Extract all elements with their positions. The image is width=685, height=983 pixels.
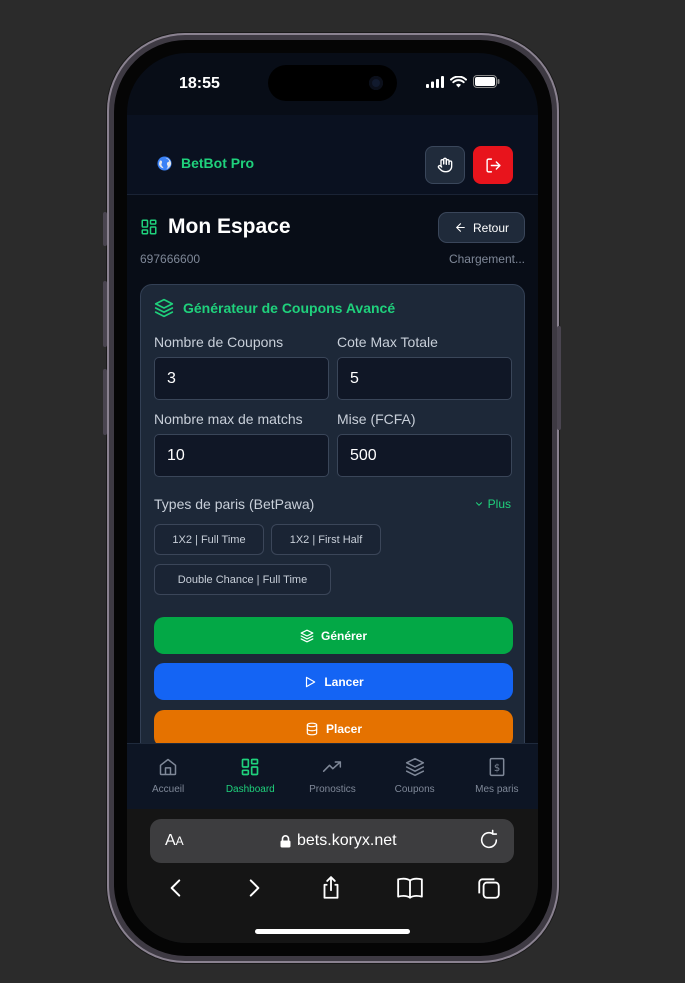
plus-label: Plus (487, 497, 511, 511)
tabs-icon[interactable] (476, 875, 502, 901)
launch-button[interactable]: Lancer (154, 663, 513, 700)
status-time: 18:55 (179, 75, 220, 92)
hand-button[interactable] (425, 146, 465, 184)
cote-max-label: Cote Max Totale (337, 334, 438, 350)
nav-label-pronostics: Pronostics (309, 784, 356, 795)
coupons-label: Nombre de Coupons (154, 334, 284, 350)
place-label: Placer (325, 721, 363, 736)
silent-switch (103, 212, 107, 246)
wifi-icon (450, 75, 467, 87)
launch-label: Lancer (324, 674, 364, 689)
camera-icon (369, 76, 383, 90)
aa-big: A (165, 832, 176, 849)
trend-icon (323, 761, 342, 772)
mise-label: Mise (FCFA) (337, 411, 416, 427)
nav-item-accueil[interactable]: Accueil (127, 744, 209, 809)
svg-text:$: $ (494, 763, 500, 774)
signal-icon (426, 75, 444, 88)
brand-name: BetBot Pro (181, 155, 255, 171)
bottom-nav: Accueil Dashboard Pronostics Coupons $ M… (127, 743, 538, 809)
back-button[interactable]: Retour (438, 212, 525, 243)
home-indicator (255, 929, 410, 934)
bet-types-label: Types de paris (BetPawa) (154, 496, 315, 512)
loading-status: Chargement... (448, 252, 525, 266)
nav-label-coupons: Coupons (394, 784, 435, 795)
back-icon[interactable] (163, 875, 189, 901)
hand-icon (437, 157, 453, 173)
arrow-left-icon (456, 223, 465, 232)
chevron-down-icon (475, 502, 482, 506)
max-matchs-label: Nombre max de matchs (154, 411, 303, 427)
volume-up-button (103, 281, 107, 347)
dynamic-island (268, 65, 397, 101)
nav-label-accueil: Accueil (151, 784, 185, 795)
power-button (557, 326, 561, 430)
nav-item-dashboard[interactable]: Dashboard (209, 744, 291, 809)
place-button[interactable]: Placer (154, 710, 513, 747)
grid-icon (241, 758, 259, 776)
url-bar[interactable]: AA bets.koryx.net (150, 819, 514, 863)
back-button-label: Retour (472, 220, 510, 235)
database-icon (306, 722, 318, 735)
plus-toggle[interactable]: Plus (474, 497, 511, 511)
nav-label-mes-paris: Mes paris (475, 784, 519, 795)
battery-icon (473, 75, 500, 88)
chip-double-chance[interactable]: Double Chance | Full Time (154, 564, 331, 595)
home-icon (159, 758, 177, 776)
aa-small: A (175, 834, 184, 848)
generate-label: Générer (320, 628, 368, 643)
lock-icon (280, 834, 291, 847)
bookmarks-icon[interactable] (396, 875, 424, 901)
status-icons (426, 75, 500, 88)
nav-item-mes-paris[interactable]: $ Mes paris (456, 744, 538, 809)
phone-screen: 18:55 BetBot Pro Mon Espace Retour 69766… (127, 53, 538, 943)
app-header: BetBot Pro (127, 115, 538, 195)
page-title-row: Mon Espace (140, 215, 291, 239)
dollar-icon: $ (489, 757, 505, 777)
url-text: bets.koryx.net (297, 832, 397, 849)
card-title: Générateur de Coupons Avancé (183, 300, 396, 316)
layers-icon (154, 298, 174, 318)
logout-button[interactable] (473, 146, 513, 184)
card-header: Générateur de Coupons Avancé (154, 298, 395, 318)
chip-1x2-first-half[interactable]: 1X2 | First Half (271, 524, 381, 555)
user-phone: 697666600 (140, 252, 201, 266)
page-title: Mon Espace (168, 215, 291, 238)
reload-icon[interactable] (478, 829, 500, 851)
nav-label-dashboard: Dashboard (225, 784, 275, 795)
layers-icon (405, 757, 424, 777)
volume-down-button (103, 369, 107, 435)
chip-1x2-full-time[interactable]: 1X2 | Full Time (154, 524, 264, 555)
generate-button[interactable]: Générer (154, 617, 513, 654)
layers-icon (300, 629, 314, 642)
nav-item-pronostics[interactable]: Pronostics (291, 744, 373, 809)
logout-icon (485, 157, 501, 173)
max-matchs-input[interactable]: 10 (154, 434, 329, 477)
cote-max-input[interactable]: 5 (337, 357, 512, 400)
coupon-generator-card: Générateur de Coupons Avancé Nombre de C… (140, 284, 525, 784)
dashboard-icon (141, 219, 157, 235)
url-display[interactable]: bets.koryx.net (280, 832, 397, 850)
reader-aa-button[interactable]: AA (165, 832, 184, 850)
browser-chrome: AA bets.koryx.net (127, 809, 538, 943)
browser-toolbar (127, 875, 538, 901)
mise-input[interactable]: 500 (337, 434, 512, 477)
nav-item-coupons[interactable]: Coupons (374, 744, 456, 809)
forward-icon[interactable] (241, 875, 267, 901)
share-icon[interactable] (318, 875, 344, 901)
brand[interactable]: BetBot Pro (157, 155, 254, 171)
play-icon (306, 676, 316, 687)
globe-icon (157, 155, 172, 171)
coupons-input[interactable]: 3 (154, 357, 329, 400)
